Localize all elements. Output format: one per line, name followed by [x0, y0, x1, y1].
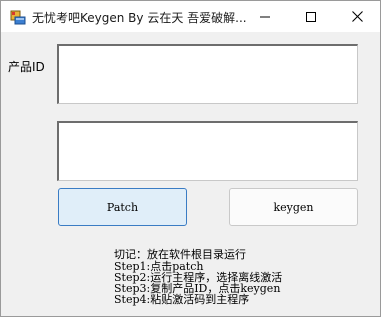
product-id-label: 产品ID	[8, 60, 45, 74]
app-window-icon	[10, 9, 26, 25]
close-icon	[351, 7, 363, 26]
patch-button[interactable]: Patch	[58, 188, 187, 226]
product-id-input[interactable]	[57, 44, 358, 104]
close-button[interactable]	[334, 1, 380, 32]
keygen-button[interactable]: keygen	[229, 188, 358, 226]
instructions-text: 切记：放在软件根目录运行 Step1:点击patch Step2:运行主程序，选…	[114, 248, 374, 305]
maximize-button[interactable]	[288, 1, 334, 32]
minimize-button[interactable]	[242, 1, 288, 32]
title-bar[interactable]: 无忧考吧Keygen By 云在天 吾爱破解...	[1, 1, 380, 32]
minimize-icon	[260, 7, 270, 26]
note-line: Step4:粘贴激活码到主程序	[114, 293, 250, 306]
maximize-icon	[306, 7, 316, 26]
keygen-window: 无忧考吧Keygen By 云在天 吾爱破解... 产品ID Patch key…	[0, 0, 381, 317]
activation-code-output[interactable]	[57, 121, 358, 181]
window-title: 无忧考吧Keygen By 云在天 吾爱破解...	[32, 11, 247, 25]
